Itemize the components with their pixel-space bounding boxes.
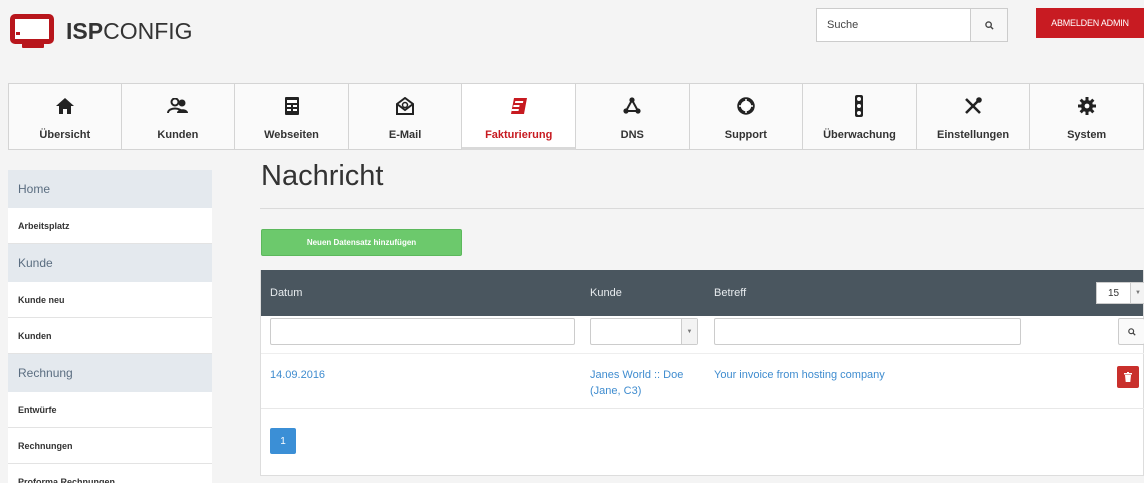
main-nav-tabs: Übersicht Kunden Webseiten E-Mail Faktur… [8, 83, 1144, 151]
cell-kunde[interactable]: Janes World :: Doe (Jane, C3) [590, 367, 702, 399]
tab-system[interactable]: System [1030, 83, 1144, 150]
logout-button[interactable]: ABMELDEN ADMIN [1036, 8, 1144, 38]
tab-webseiten[interactable]: Webseiten [235, 83, 349, 150]
chevron-down-icon: ▼ [681, 319, 697, 344]
invoice-icon [510, 94, 528, 118]
logo-text: ISPCONFIG [66, 17, 193, 44]
page-title: Nachricht [261, 160, 384, 192]
tab-fakturierung[interactable]: Fakturierung [462, 83, 576, 150]
pagination-page-button[interactable]: 1 [270, 428, 296, 454]
add-record-button[interactable]: Neuen Datensatz hinzufügen [261, 229, 462, 256]
search-box [816, 8, 1008, 42]
column-header-datum[interactable]: Datum [270, 270, 302, 316]
users-icon [166, 94, 189, 118]
sidebar: Home Arbeitsplatz Kunde Kunde neu Kunden… [8, 170, 212, 483]
records-per-page-value: 15 [1107, 287, 1120, 299]
sidebar-section-kunde: Kunde [8, 244, 212, 282]
trash-icon [1124, 372, 1132, 382]
messages-table: Datum Kunde Betreff 15 ▼ ▼ 14.09.2016 Ja… [260, 270, 1144, 476]
filter-search-button[interactable] [1118, 318, 1144, 345]
sidebar-item-kunden[interactable]: Kunden [8, 318, 212, 354]
sidebar-section-rechnung: Rechnung [8, 354, 212, 392]
logo[interactable]: ISPCONFIG [8, 14, 193, 48]
webpage-icon [284, 94, 299, 118]
monitor-logo-icon [8, 14, 56, 48]
records-per-page-select[interactable]: 15 ▼ [1096, 282, 1144, 304]
table-header: Datum Kunde Betreff 15 ▼ [261, 270, 1144, 316]
title-divider [260, 208, 1144, 209]
tab-label: DNS [620, 129, 644, 141]
search-button[interactable] [970, 9, 1007, 41]
tab-label: E-Mail [388, 129, 422, 141]
tab-label: Kunden [157, 129, 199, 141]
tab-ueberwachung[interactable]: Überwachung [803, 83, 917, 150]
cell-datum[interactable]: 14.09.2016 [270, 367, 325, 383]
sidebar-item-proforma-rechnungen[interactable]: Proforma Rechnungen [8, 464, 212, 483]
sidebar-item-rechnungen[interactable]: Rechnungen [8, 428, 212, 464]
tab-label: Support [724, 129, 767, 141]
tab-support[interactable]: Support [689, 83, 804, 150]
search-input[interactable] [817, 9, 970, 41]
chevron-down-icon: ▼ [1130, 283, 1144, 303]
tab-label: Webseiten [264, 129, 319, 141]
tab-label: Überwachung [823, 129, 896, 141]
tab-label: Übersicht [39, 129, 91, 141]
tab-label: System [1067, 129, 1107, 141]
row-separator [261, 408, 1144, 409]
filter-datum-input[interactable] [270, 318, 575, 345]
tab-kunden[interactable]: Kunden [121, 83, 236, 150]
sidebar-item-kunde-neu[interactable]: Kunde neu [8, 282, 212, 318]
home-icon [55, 94, 74, 118]
sidebar-item-arbeitsplatz[interactable]: Arbeitsplatz [8, 208, 212, 244]
tab-einstellungen[interactable]: Einstellungen [916, 83, 1031, 150]
delete-row-button[interactable] [1117, 366, 1139, 388]
lifebuoy-icon [737, 94, 755, 118]
network-icon [623, 94, 641, 118]
sidebar-item-entwuerfe[interactable]: Entwürfe [8, 392, 212, 428]
gear-icon [1077, 94, 1096, 118]
envelope-icon [396, 94, 415, 118]
tab-email[interactable]: E-Mail [348, 83, 463, 150]
search-icon [984, 20, 994, 30]
cell-betreff[interactable]: Your invoice from hosting company [714, 367, 885, 383]
column-header-kunde[interactable]: Kunde [590, 270, 622, 316]
tab-label: Einstellungen [937, 129, 1010, 141]
traffic-light-icon [854, 94, 864, 118]
filter-kunde-select[interactable]: ▼ [590, 318, 698, 345]
tools-icon [964, 94, 982, 118]
search-icon [1127, 327, 1136, 336]
filter-betreff-input[interactable] [714, 318, 1021, 345]
tab-label: Fakturierung [485, 129, 553, 141]
sidebar-section-home: Home [8, 170, 212, 208]
column-header-betreff[interactable]: Betreff [714, 270, 746, 316]
tab-dns[interactable]: DNS [575, 83, 690, 150]
tab-uebersicht[interactable]: Übersicht [8, 83, 122, 150]
